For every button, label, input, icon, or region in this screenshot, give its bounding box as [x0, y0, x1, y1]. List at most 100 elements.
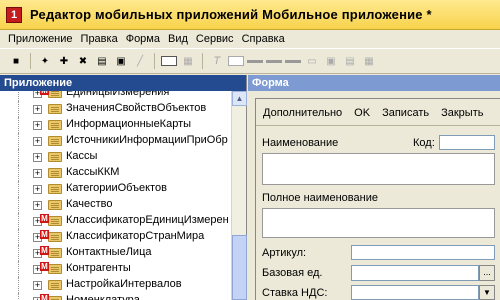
- expand-icon[interactable]: +: [33, 281, 42, 290]
- separator-element-icon[interactable]: [247, 59, 263, 63]
- tree-item[interactable]: +MНоменклатура: [0, 293, 231, 300]
- ok-button[interactable]: OK: [354, 107, 370, 119]
- close-button[interactable]: Закрыть: [441, 107, 483, 119]
- catalog-icon: [48, 200, 62, 210]
- tree-item-label: КлассификаторСтранМира: [66, 230, 205, 242]
- chevron-down-icon[interactable]: ▼: [479, 285, 495, 300]
- panel-element-icon[interactable]: ▦: [361, 53, 377, 69]
- input-field-icon[interactable]: [228, 56, 244, 66]
- catalog-icon: [48, 184, 62, 194]
- tree-guide-line: [18, 261, 19, 277]
- article-label: Артикул:: [262, 247, 307, 259]
- tree-item[interactable]: + КассыККМ: [0, 165, 231, 181]
- tree-item[interactable]: + Качество: [0, 197, 231, 213]
- divider-element-icon[interactable]: [285, 59, 301, 63]
- menu-help[interactable]: Справка: [238, 33, 289, 45]
- mobile-mark-icon: M: [40, 214, 49, 223]
- menu-edit[interactable]: Правка: [77, 33, 122, 45]
- tree-guide-line: [18, 293, 19, 300]
- save-icon[interactable]: ■: [8, 53, 24, 69]
- tree-guide-line: [18, 165, 19, 181]
- catalog-icon: [48, 296, 62, 300]
- tree-item[interactable]: + НастройкаИнтервалов: [0, 277, 231, 293]
- tree-item[interactable]: + ИсточникиИнформацииПриОбр: [0, 133, 231, 149]
- menu-view[interactable]: Вид: [164, 33, 192, 45]
- tree-item[interactable]: + ЗначенияСвойствОбъектов: [0, 101, 231, 117]
- catalog-icon: [48, 136, 62, 146]
- tree-item[interactable]: + M КонтактныеЛица: [0, 245, 231, 261]
- name-input[interactable]: [262, 153, 495, 185]
- code-input[interactable]: [439, 135, 495, 150]
- catalog-icon: [48, 120, 62, 130]
- article-input[interactable]: [351, 245, 495, 260]
- tree-guide-line: [18, 101, 19, 117]
- tree-scrollbar[interactable]: ▲: [231, 91, 247, 300]
- more-button[interactable]: Дополнительно: [263, 107, 342, 119]
- form-canvas: Дополнительно OK Записать Закрыть Наимен…: [255, 98, 500, 300]
- catalog-icon: [48, 104, 62, 114]
- tree-item-label: Номенклатура: [66, 294, 140, 300]
- new-item-icon[interactable]: ✦: [37, 53, 53, 69]
- name-label: Наименование: [262, 137, 339, 149]
- tree-item-label: КассыККМ: [66, 166, 120, 178]
- tree-item-label: Кассы: [66, 150, 98, 162]
- catalog-icon: [48, 232, 62, 242]
- expand-icon[interactable]: +: [33, 185, 42, 194]
- tree-item[interactable]: + M КлассификаторЕдиницИзмерен: [0, 213, 231, 229]
- tree-guide-line: [18, 213, 19, 229]
- vat-rate-label: Ставка НДС:: [262, 287, 328, 299]
- form-panel: Форма Дополнительно OK Записать Закрыть …: [248, 75, 500, 300]
- catalog-icon: [48, 264, 62, 274]
- tree-item[interactable]: + ИнформационныеКарты: [0, 117, 231, 133]
- field-icon[interactable]: [161, 56, 177, 66]
- expand-icon[interactable]: +: [33, 201, 42, 210]
- base-unit-input[interactable]: [351, 265, 479, 281]
- scroll-up-arrow-icon[interactable]: ▲: [232, 91, 247, 106]
- page-element-icon[interactable]: ▤: [342, 53, 358, 69]
- expand-icon[interactable]: +: [33, 121, 42, 130]
- table-icon[interactable]: ▦: [180, 53, 196, 69]
- tree-item[interactable]: + КатегорииОбъектов: [0, 181, 231, 197]
- title-bar: 1 Редактор мобильных приложений Мобильно…: [0, 0, 500, 30]
- toolbar-divider: [256, 125, 500, 126]
- base-unit-select-button[interactable]: ...: [479, 265, 495, 281]
- menu-form[interactable]: Форма: [122, 33, 164, 45]
- line-element-icon[interactable]: [266, 59, 282, 63]
- mobile-mark-icon: M: [40, 262, 49, 271]
- menu-app[interactable]: Приложение: [4, 33, 77, 45]
- menu-service[interactable]: Сервис: [192, 33, 238, 45]
- expand-icon[interactable]: +: [33, 105, 42, 114]
- toolbar-separator: [154, 53, 155, 69]
- expand-icon[interactable]: +: [33, 153, 42, 162]
- tree-panel-header: Приложение: [0, 75, 246, 91]
- application-tree-panel: Приложение + M ЕдиницыИзмерения + ЗначенияСв…: [0, 75, 247, 300]
- expand-icon[interactable]: +: [33, 169, 42, 178]
- mobile-mark-icon: M: [40, 294, 49, 300]
- tree-guide-line: [18, 91, 19, 101]
- tree-item-label: КлассификаторЕдиницИзмерен: [66, 214, 229, 226]
- tree-item-label: ИсточникиИнформацииПриОбр: [66, 134, 228, 146]
- tree-item[interactable]: + Кассы: [0, 149, 231, 165]
- new-form-icon[interactable]: ▣: [113, 53, 129, 69]
- full-name-input[interactable]: [262, 208, 495, 238]
- menu-bar: Приложение Правка Форма Вид Сервис Справ…: [0, 30, 500, 48]
- group-element-icon[interactable]: ▣: [323, 53, 339, 69]
- mobile-mark-icon: M: [40, 230, 49, 239]
- write-button[interactable]: Записать: [382, 107, 429, 119]
- tree-view[interactable]: + M ЕдиницыИзмерения + ЗначенияСвойствОбъект…: [0, 91, 231, 300]
- italic-icon[interactable]: 𝘛: [209, 53, 225, 69]
- tree-item[interactable]: + M КлассификаторСтранМира: [0, 229, 231, 245]
- expand-icon[interactable]: +: [33, 137, 42, 146]
- add-item-icon[interactable]: ✚: [56, 53, 72, 69]
- edit-icon[interactable]: ╱: [132, 53, 148, 69]
- vat-rate-combobox[interactable]: [351, 285, 479, 300]
- toolbar-separator: [30, 53, 31, 69]
- form-element-icon[interactable]: ▭: [304, 53, 320, 69]
- tree-item[interactable]: +MЕдиницыИзмерения: [0, 91, 231, 101]
- scroll-thumb[interactable]: [232, 235, 247, 300]
- tree-icon[interactable]: ▤: [94, 53, 110, 69]
- tree-item[interactable]: + M Контрагенты: [0, 261, 231, 277]
- catalog-icon: [48, 248, 62, 258]
- app-icon: 1: [6, 6, 22, 23]
- delete-item-icon[interactable]: ✖: [75, 53, 91, 69]
